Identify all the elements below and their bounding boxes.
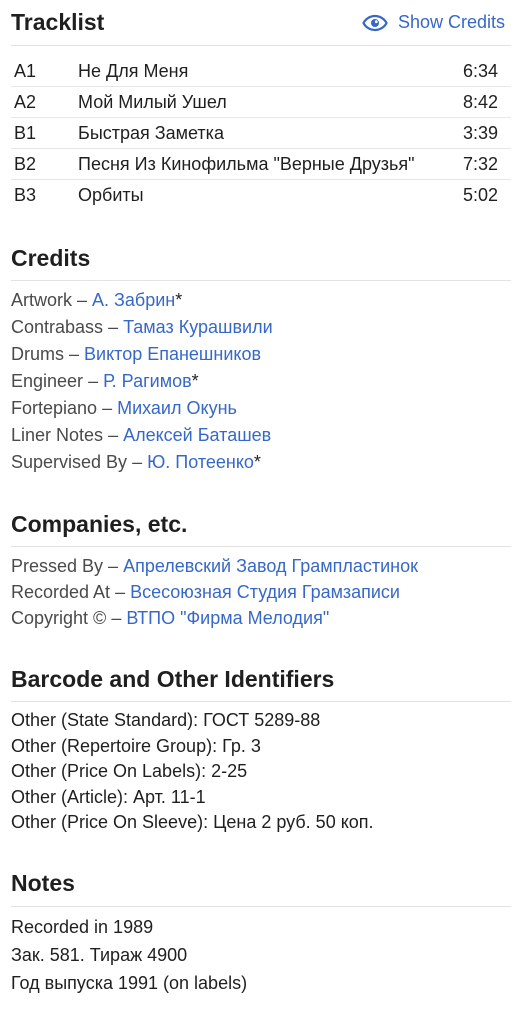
identifiers-divider [11,701,511,702]
notes-divider [11,905,511,907]
credits-divider [11,280,511,281]
track-duration: 3:39 [438,117,511,149]
track-row: B2 Песня Из Кинофильма "Верные Друзья" 7… [11,148,511,180]
identifier-row: Other (Article): Арт. 11-1 [11,786,206,807]
track-row: B3 Орбиты 5:02 [11,180,511,211]
track-duration: 6:34 [438,56,511,87]
eye-icon [362,14,388,31]
identifiers-title: Barcode and Other Identifiers [11,665,335,692]
credit-artist-link[interactable]: Виктор Епанешников [84,344,261,364]
company-link[interactable]: Апрелевский Завод Грампластинок [123,556,418,576]
company-role: Copyright © [11,608,107,628]
credit-row: Engineer – Р. Рагимов* [11,371,199,391]
credit-artist-link[interactable]: Р. Рагимов [103,371,192,391]
credits-title: Credits [11,244,91,271]
track-position: B3 [14,184,37,205]
credit-suffix: * [253,452,261,472]
track-position: B1 [11,117,78,149]
company-row: Pressed By – Апрелевский Завод Грампласт… [11,556,418,576]
notes-list: Recorded in 1989 Зак. 581. Тираж 4900 Го… [11,913,511,997]
track-position: A2 [11,86,78,118]
companies-list: Pressed By – Апрелевский Завод Грампласт… [11,553,511,631]
credit-role: Supervised By [11,452,128,472]
credit-row: Contrabass – Тамаз Курашвили [11,317,273,337]
track-title: Песня Из Кинофильма "Верные Друзья" [78,148,438,180]
identifier-row: Other (Price On Sleeve): Цена 2 руб. 50 … [11,812,374,832]
credits-list: Artwork – А. Забрин* Contrabass – Тамаз … [11,287,511,476]
company-link[interactable]: ВТПО "Фирма Мелодия" [126,608,329,628]
companies-title: Companies, etc. [11,510,188,537]
identifier-row: Other (Price On Labels): 2-25 [11,761,248,781]
credit-artist-link[interactable]: Тамаз Курашвили [123,317,273,337]
notes-title: Notes [11,870,75,896]
credit-row: Supervised By – Ю. Потеенко* [11,452,261,472]
track-title: Быстрая Заметка [78,117,438,149]
credit-role: Engineer [11,371,84,391]
credit-artist-link[interactable]: А. Забрин [92,290,175,310]
show-credits-label: Show Credits [397,12,505,32]
tracklist-header: Tracklist Show Credits [11,0,511,45]
company-role: Pressed By [11,556,104,576]
identifier-row: Other (Repertoire Group): Гр. 3 [11,735,261,756]
tracklist-table: A1 Не Для Меня 6:34 A2 Мой Милый Ушел 8:… [11,56,511,210]
credit-artist-link[interactable]: Алексей Баташев [123,425,271,445]
credits-header: Credits [11,242,511,274]
credit-row: Liner Notes – Алексей Баташев [11,425,272,445]
track-title: Мой Милый Ушел [78,86,438,118]
credit-row: Artwork – А. Забрин* [11,290,183,310]
track-position: B2 [11,148,78,180]
note-line: Зак. 581. Тираж 4900 [11,944,188,965]
note-line: Recorded in 1989 [11,916,154,937]
note-line: Год выпуска 1991 (on labels) [11,972,248,993]
track-position: A1 [11,56,78,87]
show-credits-button[interactable]: Show Credits [362,12,511,33]
track-row: A2 Мой Милый Ушел 8:42 [11,86,511,118]
track-row: B1 Быстрая Заметка 3:39 [11,117,511,149]
track-title: Не Для Меня [78,56,438,87]
track-duration: 8:42 [438,86,511,118]
company-role: Recorded At [11,582,111,602]
track-duration: 7:32 [438,148,511,180]
identifiers-list: Other (State Standard): ГОСТ 5289-88 Oth… [11,708,511,836]
credit-role: Drums [11,344,64,364]
credit-artist-link[interactable]: Ю. Потеенко [147,452,254,472]
tracklist-title: Tracklist [11,9,105,35]
identifiers-header: Barcode and Other Identifiers [11,663,511,695]
company-row: Copyright © – ВТПО "Фирма Мелодия" [11,608,330,628]
company-row: Recorded At – Всесоюзная Студия Грамзапи… [11,582,400,602]
credit-role: Artwork [11,290,73,310]
credit-suffix: * [191,371,199,391]
track-title: Орбиты [78,184,144,205]
credit-artist-link[interactable]: Михаил Окунь [117,398,237,418]
credit-row: Drums – Виктор Епанешников [11,344,262,364]
credit-suffix: * [175,290,183,310]
track-row: A1 Не Для Меня 6:34 [11,56,511,87]
credit-role: Liner Notes [11,425,104,445]
company-link[interactable]: Всесоюзная Студия Грамзаписи [130,582,400,602]
credit-role: Fortepiano [11,398,98,418]
notes-header: Notes [11,868,511,900]
tracklist-divider [11,45,511,46]
track-duration: 5:02 [462,184,498,205]
release-details: Tracklist Show Credits A1 Не Для Меня 6:… [0,0,523,997]
identifier-row: Other (State Standard): ГОСТ 5289-88 [11,710,321,730]
companies-divider [11,546,511,547]
credit-row: Fortepiano – Михаил Окунь [11,398,237,418]
credit-role: Contrabass [11,317,104,337]
companies-header: Companies, etc. [11,508,511,540]
